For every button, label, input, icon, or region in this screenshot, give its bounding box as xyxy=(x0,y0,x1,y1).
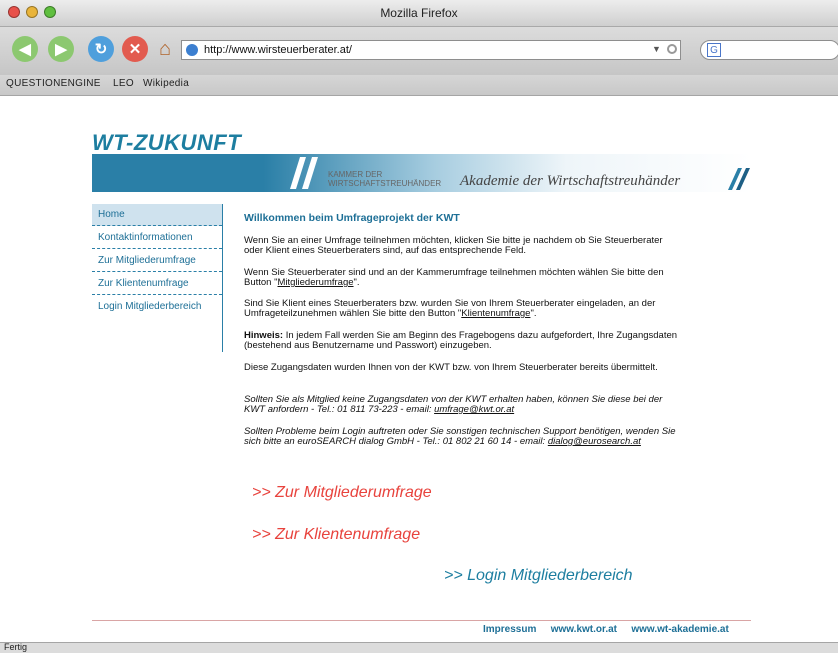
window-titlebar: Mozilla Firefox xyxy=(0,0,838,27)
bookmark-leo[interactable]: LEO xyxy=(113,78,134,89)
steuerberater-paragraph: Wenn Sie Steuerberater sind und an der K… xyxy=(244,268,684,288)
home-icon: ⌂ xyxy=(158,37,172,60)
klientenumfrage-inline-link[interactable]: Klientenumfrage xyxy=(461,308,530,319)
home-button[interactable]: ⌂ xyxy=(152,36,178,62)
globe-icon xyxy=(186,44,198,56)
status-bar: Fertig xyxy=(0,642,838,653)
sidebar-item-login[interactable]: Login Mitgliederbereich xyxy=(92,296,222,318)
mitglied-support-paragraph: Sollten Sie als Mitglied keine Zugangsda… xyxy=(244,395,684,415)
kammer-logo-icon xyxy=(288,157,318,189)
intro-paragraph: Wenn Sie an einer Umfrage teilnehmen möc… xyxy=(244,235,663,256)
forward-button[interactable]: ▶ xyxy=(48,36,74,62)
forward-arrow-icon: ▶ xyxy=(55,41,67,58)
p3-text: Sind Sie Klient eines Steuerberaters bzw… xyxy=(244,298,656,319)
technical-support-paragraph: Sollten Probleme beim Login auftreten od… xyxy=(244,427,684,447)
sidebar-item-home[interactable]: Home xyxy=(92,204,222,226)
p2-end: ". xyxy=(353,277,360,288)
umfrage-email-link[interactable]: umfrage@kwt.or.at xyxy=(434,404,514,415)
mitgliederumfrage-inline-link[interactable]: Mitgliederumfrage xyxy=(277,277,353,288)
reload-icon: ↻ xyxy=(94,41,108,58)
login-mitgliederbereich-link[interactable]: >> Login Mitgliederbereich xyxy=(444,567,633,585)
back-button[interactable]: ◀ xyxy=(12,36,38,62)
klient-paragraph: Sind Sie Klient eines Steuerberaters bzw… xyxy=(244,299,684,319)
sidebar-item-klientenumfrage[interactable]: Zur Klientenumfrage xyxy=(92,273,222,295)
kammer-line2: WIRTSCHAFTSTREUHÄNDER xyxy=(328,179,442,188)
akademie-title: Akademie der Wirtschaftstreuhänder xyxy=(460,173,681,189)
zur-klientenumfrage-link[interactable]: >> Zur Klientenumfrage xyxy=(252,526,420,544)
back-arrow-icon: ◀ xyxy=(19,41,31,58)
sidebar-item-kontakt[interactable]: Kontaktinformationen xyxy=(92,227,222,249)
sidebar-nav: Home Kontaktinformationen Zur Mitglieder… xyxy=(92,204,223,352)
bookmark-wikipedia[interactable]: Wikipedia xyxy=(143,78,189,89)
url-text: http://www.wirsteuerberater.at/ xyxy=(204,44,352,56)
site-logo[interactable]: WT-ZUKUNFT xyxy=(92,130,241,156)
hinweis-paragraph: Hinweis: In jedem Fall werden Sie am Beg… xyxy=(244,331,684,351)
window-title: Mozilla Firefox xyxy=(380,6,458,20)
reload-button[interactable]: ↻ xyxy=(88,36,114,62)
hinweis-text: In jedem Fall werden Sie am Beginn des F… xyxy=(244,330,678,351)
footer-divider xyxy=(92,620,751,621)
p3-end: ". xyxy=(530,308,537,319)
stop-button[interactable]: ✕ xyxy=(122,36,148,62)
url-bar[interactable]: http://www.wirsteuerberater.at/ ▼ xyxy=(181,40,681,60)
go-icon[interactable] xyxy=(667,44,677,54)
bookmarks-bar: QUESTIONENGINE LEO Wikipedia xyxy=(0,75,838,96)
search-box[interactable]: G xyxy=(700,40,838,60)
wt-akademie-link[interactable]: www.wt-akademie.at xyxy=(631,624,728,635)
zur-mitgliederumfrage-link[interactable]: >> Zur Mitgliederumfrage xyxy=(252,484,432,502)
dropdown-arrow-icon[interactable]: ▼ xyxy=(652,44,661,54)
kammer-text: KAMMER DER WIRTSCHAFTSTREUHÄNDER xyxy=(328,170,441,188)
akademie-logo-icon xyxy=(728,168,754,190)
kwt-link[interactable]: www.kwt.or.at xyxy=(551,624,617,635)
navigation-toolbar: ◀ ▶ ↻ ✕ ⌂ http://www.wirsteuerberater.at… xyxy=(0,27,838,75)
page-heading: Willkommen beim Umfrageprojekt der KWT xyxy=(244,212,460,224)
footer-links: Impressum www.kwt.or.at www.wt-akademie.… xyxy=(483,624,729,635)
kammer-line1: KAMMER DER xyxy=(328,170,383,179)
eurosearch-email-link[interactable]: dialog@eurosearch.at xyxy=(548,436,641,447)
impressum-link[interactable]: Impressum xyxy=(483,624,536,635)
sidebar-item-mitgliederumfrage[interactable]: Zur Mitgliederumfrage xyxy=(92,250,222,272)
stop-icon: ✕ xyxy=(128,41,142,58)
status-text: Fertig xyxy=(4,642,28,652)
bookmark-questionengine[interactable]: QUESTIONENGINE xyxy=(6,78,101,89)
google-search-icon[interactable]: G xyxy=(707,43,721,57)
zugangsdaten-paragraph: Diese Zugangsdaten wurden Ihnen von der … xyxy=(244,362,658,373)
